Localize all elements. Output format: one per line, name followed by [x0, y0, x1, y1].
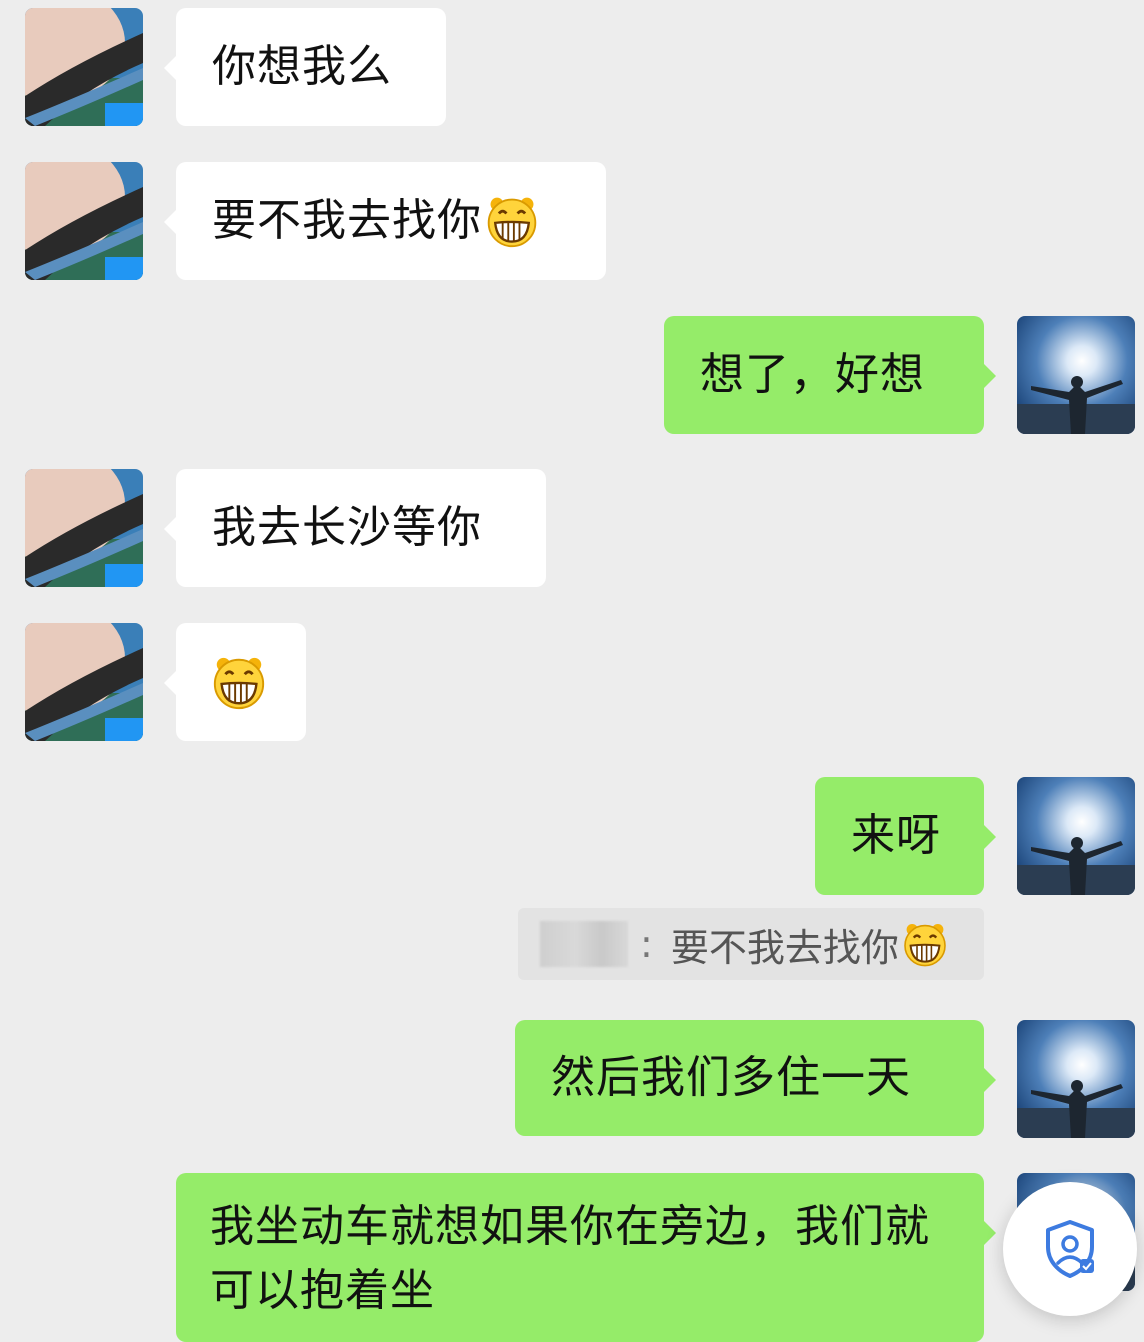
- contact-avatar[interactable]: [25, 623, 143, 741]
- grinning-face-emoji-icon: [210, 653, 268, 711]
- shield-user-icon: [1046, 1220, 1094, 1278]
- message-bubble-incoming[interactable]: 你想我么: [164, 8, 446, 126]
- hat-avatar-icon: [25, 8, 143, 126]
- message-text: 来呀: [851, 810, 941, 861]
- message-text: 我去长沙等你: [212, 502, 482, 553]
- message-bubble-incoming[interactable]: 要不我去找你: [164, 162, 606, 280]
- message-bubble-outgoing[interactable]: 来呀: [815, 777, 996, 895]
- grinning-face-emoji-icon: [484, 193, 540, 249]
- blurred-sender-name: [540, 921, 628, 967]
- hat-avatar-icon: [25, 162, 143, 280]
- floating-security-button[interactable]: [1003, 1182, 1137, 1316]
- message-bubble-incoming[interactable]: 我去长沙等你: [164, 469, 546, 587]
- message-bubble-outgoing[interactable]: 我坐动车就想如果你在旁边，我们就可以抱着坐: [176, 1173, 996, 1342]
- contact-avatar[interactable]: [25, 162, 143, 280]
- arms-raised-sunset-avatar-icon: [1017, 316, 1135, 434]
- message-text: 要不我去找你: [212, 195, 482, 246]
- contact-avatar[interactable]: [25, 469, 143, 587]
- quoted-message[interactable]: : 要不我去找你: [518, 908, 984, 980]
- self-avatar[interactable]: [1017, 777, 1135, 895]
- message-bubble-incoming[interactable]: [164, 623, 306, 741]
- quote-separator: :: [640, 922, 653, 966]
- hat-avatar-icon: [25, 623, 143, 741]
- grinning-face-emoji-icon: [901, 920, 949, 968]
- quote-text: 要不我去找你: [670, 925, 899, 970]
- message-text: 然后我们多住一天: [551, 1052, 911, 1103]
- message-text: 我坐动车就想如果你在旁边，我们就可以抱着坐: [210, 1201, 930, 1316]
- self-avatar[interactable]: [1017, 316, 1135, 434]
- contact-avatar[interactable]: [25, 8, 143, 126]
- arms-raised-sunset-avatar-icon: [1017, 1020, 1135, 1138]
- arms-raised-sunset-avatar-icon: [1017, 777, 1135, 895]
- hat-avatar-icon: [25, 469, 143, 587]
- message-text: 你想我么: [212, 41, 392, 92]
- message-text: 想了，好想: [700, 349, 925, 400]
- message-bubble-outgoing[interactable]: 然后我们多住一天: [515, 1020, 996, 1136]
- message-bubble-outgoing[interactable]: 想了，好想: [664, 316, 996, 434]
- self-avatar[interactable]: [1017, 1020, 1135, 1138]
